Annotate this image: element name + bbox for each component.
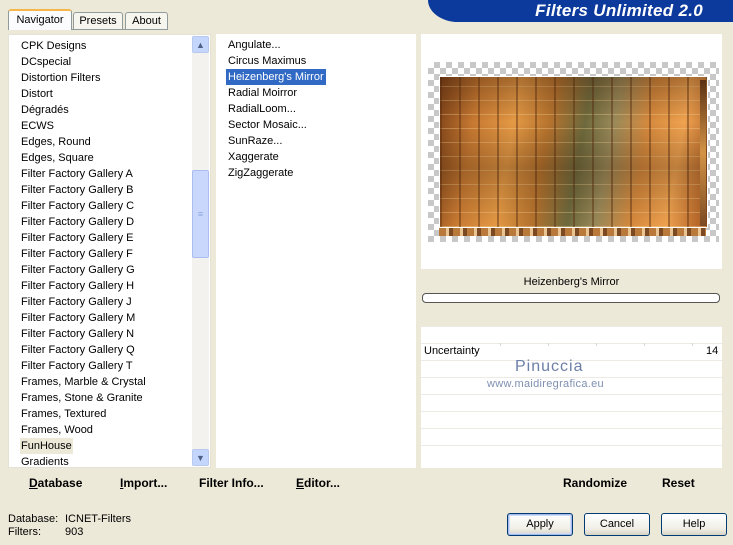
category-item[interactable]: Filter Factory Gallery J	[20, 294, 133, 310]
reset-button[interactable]: Reset	[662, 476, 695, 490]
param-divider	[421, 428, 722, 429]
category-scrollbar[interactable]: ▲ ≡ ▼	[192, 36, 209, 466]
filters-count-value: 903	[65, 526, 84, 538]
category-item[interactable]: Filter Factory Gallery A	[20, 166, 134, 182]
uncertainty-slider[interactable]	[500, 343, 710, 346]
tab-presets[interactable]: Presets	[73, 12, 123, 29]
category-item[interactable]: DCspecial	[20, 54, 72, 70]
apply-button[interactable]: Apply	[507, 513, 573, 536]
filter-info-label: Filter Info...	[199, 476, 264, 490]
cancel-label: Cancel	[599, 518, 635, 530]
param-divider	[421, 445, 722, 446]
scroll-up-button[interactable]: ▲	[192, 36, 209, 53]
progress-bar	[422, 293, 720, 303]
filter-item[interactable]: Heizenberg's Mirror	[226, 69, 326, 85]
category-item[interactable]: Filter Factory Gallery H	[20, 278, 135, 294]
chevron-up-icon: ▲	[196, 39, 205, 50]
filter-item[interactable]: RadialLoom...	[226, 101, 298, 117]
cancel-button[interactable]: Cancel	[584, 513, 650, 536]
param-divider	[421, 326, 722, 327]
category-item[interactable]: Filter Factory Gallery T	[20, 358, 134, 374]
category-item[interactable]: Frames, Wood	[20, 422, 94, 438]
database-label: atabase	[37, 476, 83, 490]
grip-icon: ≡	[197, 209, 204, 219]
current-filter-name: Heizenberg's Mirror	[523, 276, 620, 288]
filter-item[interactable]: Angulate...	[226, 37, 283, 53]
category-item[interactable]: Edges, Round	[20, 134, 92, 150]
tab-presets-label: Presets	[79, 15, 117, 27]
category-item[interactable]: Filter Factory Gallery N	[20, 326, 135, 342]
preview-image	[439, 76, 708, 228]
help-label: Help	[682, 518, 706, 530]
filter-item[interactable]: Circus Maximus	[226, 53, 308, 69]
database-status-value: ICNET-Filters	[65, 513, 131, 525]
left-toolbar: Database Import... Filter Info... Editor…	[8, 469, 416, 495]
category-item[interactable]: Dégradés	[20, 102, 70, 118]
database-accel: D	[29, 476, 38, 490]
filter-item[interactable]: Sector Mosaic...	[226, 117, 309, 133]
category-item[interactable]: Frames, Stone & Granite	[20, 390, 144, 406]
category-item[interactable]: FunHouse	[20, 438, 73, 454]
category-item[interactable]: Frames, Textured	[20, 406, 107, 422]
category-item[interactable]: Filter Factory Gallery Q	[20, 342, 136, 358]
category-item[interactable]: ECWS	[20, 118, 55, 134]
category-item[interactable]: Edges, Square	[20, 150, 95, 166]
category-item[interactable]: Distortion Filters	[20, 70, 101, 86]
scroll-down-button[interactable]: ▼	[192, 449, 209, 466]
filter-item[interactable]: Radial Moirror	[226, 85, 299, 101]
scroll-thumb[interactable]: ≡	[192, 170, 209, 258]
apply-label: Apply	[526, 518, 554, 530]
tab-about-label: About	[132, 15, 161, 27]
category-item[interactable]: Filter Factory Gallery C	[20, 198, 135, 214]
banner-title: Filters Unlimited 2.0	[535, 1, 703, 20]
tab-about[interactable]: About	[125, 12, 168, 29]
help-button[interactable]: Help	[661, 513, 727, 536]
editor-label: ditor...	[304, 476, 341, 490]
category-item[interactable]: Filter Factory Gallery D	[20, 214, 135, 230]
randomize-button[interactable]: Randomize	[563, 476, 627, 490]
category-item[interactable]: Filter Factory Gallery M	[20, 310, 136, 326]
filter-item[interactable]: ZigZaggerate	[226, 165, 295, 181]
editor-button[interactable]: Editor...	[296, 476, 340, 490]
param-divider	[421, 411, 722, 412]
filter-item[interactable]: Xaggerate	[226, 149, 281, 165]
param-uncertainty-label: Uncertainty	[424, 345, 480, 357]
watermark-name: Pinuccia	[515, 358, 584, 375]
watermark-url: www.maidiregrafica.eu	[487, 378, 604, 390]
editor-accel: E	[296, 476, 305, 490]
database-status-label: Database:	[8, 513, 59, 525]
preview-mirror-strip-bottom	[439, 228, 706, 236]
import-button[interactable]: Import...	[120, 476, 167, 490]
tab-navigator-label: Navigator	[16, 14, 64, 26]
category-item[interactable]: Filter Factory Gallery G	[20, 262, 136, 278]
preview-mirror-strip-right	[700, 80, 706, 226]
category-list[interactable]: CPK Designs DCspecial Distortion Filters Di…	[8, 34, 211, 468]
filter-info-button[interactable]: Filter Info...	[199, 476, 264, 490]
filter-list[interactable]: Angulate... Circus Maximus Heizenberg's Mi…	[216, 34, 416, 468]
category-item[interactable]: Frames, Marble & Crystal	[20, 374, 147, 390]
category-item[interactable]: CPK Designs	[20, 38, 87, 54]
category-item[interactable]: Filter Factory Gallery B	[20, 182, 134, 198]
right-toolbar: Randomize Reset	[421, 469, 722, 495]
database-button[interactable]: Database	[29, 476, 82, 490]
import-label: mport...	[123, 476, 168, 490]
title-banner: Filters Unlimited 2.0	[428, 0, 733, 22]
category-item[interactable]: Filter Factory Gallery F	[20, 246, 134, 262]
tab-navigator[interactable]: Navigator	[8, 9, 72, 30]
category-item[interactable]: Filter Factory Gallery E	[20, 230, 134, 246]
param-divider	[421, 394, 722, 395]
filter-item[interactable]: SunRaze...	[226, 133, 284, 149]
category-item[interactable]: Distort	[20, 86, 54, 102]
param-uncertainty-value[interactable]: 14	[706, 345, 718, 357]
chevron-down-icon: ▼	[196, 452, 205, 463]
category-item[interactable]: Gradients	[20, 454, 70, 467]
filters-count-label: Filters:	[8, 526, 41, 538]
